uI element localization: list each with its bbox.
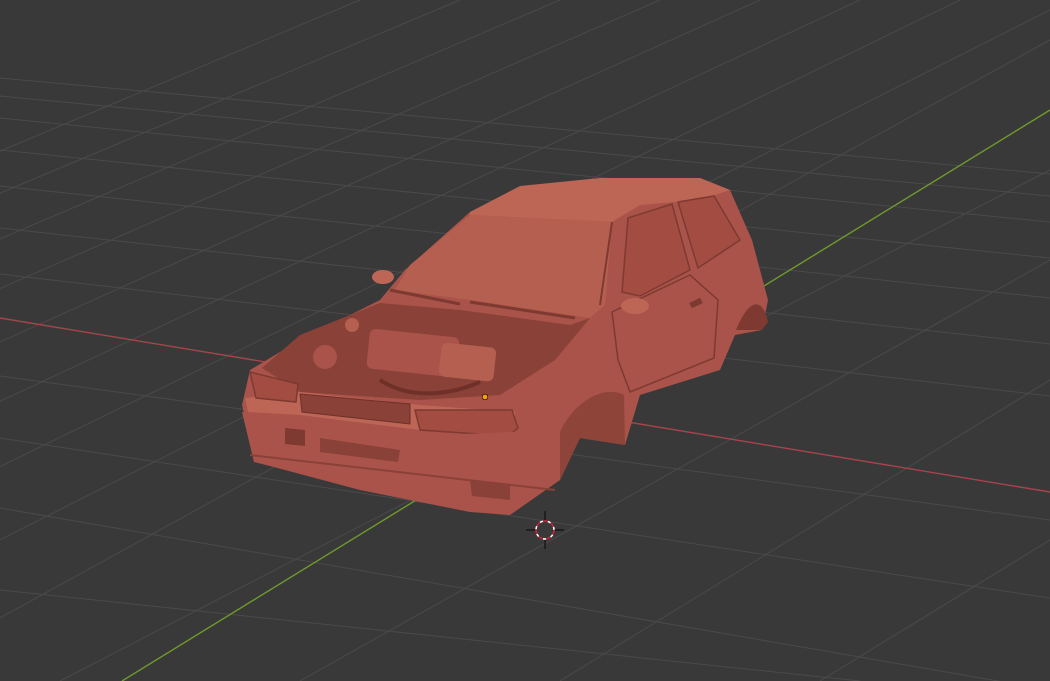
object-origin-dot xyxy=(481,393,489,401)
3d-viewport[interactable] xyxy=(0,0,1050,681)
engine-part-left xyxy=(313,345,337,369)
engine-part-fluid-cap xyxy=(345,318,359,332)
right-side-mirror xyxy=(621,298,649,314)
air-filter-box xyxy=(438,342,497,382)
bumper-vent xyxy=(285,428,305,446)
left-side-mirror xyxy=(372,270,394,284)
